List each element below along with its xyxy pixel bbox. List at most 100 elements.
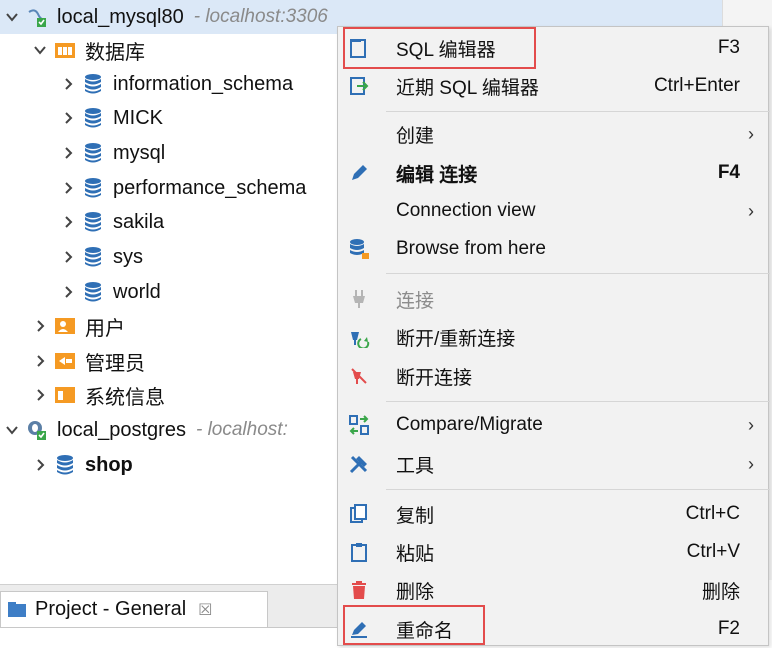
database-icon (82, 211, 104, 233)
chevron-down-icon[interactable] (4, 9, 20, 25)
chevron-right-icon[interactable] (60, 180, 76, 196)
database-label: world (113, 280, 161, 303)
menu-item-create[interactable]: 创建 › (338, 116, 768, 152)
users-folder-icon (54, 315, 76, 337)
chevron-right-icon[interactable] (32, 353, 48, 369)
chevron-down-icon[interactable] (4, 422, 20, 438)
database-label: sys (113, 245, 143, 268)
project-content (0, 627, 340, 648)
chevron-right-icon[interactable] (60, 110, 76, 126)
reconnect-icon (348, 326, 370, 348)
menu-label: Connection view (396, 200, 536, 221)
menu-item-recent-sql-editor[interactable]: 近期 SQL 编辑器 Ctrl+Enter (338, 68, 768, 104)
database-label: shop (85, 453, 133, 476)
chevron-right-icon[interactable] (60, 76, 76, 92)
project-tab-label: Project - General (35, 598, 187, 620)
menu-item-tools[interactable]: 工具 › (338, 446, 768, 482)
mysql-connection-icon (26, 6, 48, 28)
menu-label: Compare/Migrate (396, 414, 543, 435)
compare-icon (348, 414, 370, 436)
trash-icon (348, 579, 370, 601)
menu-label: 创建 (396, 125, 435, 147)
menu-label: Browse from here (396, 238, 546, 259)
menu-item-paste[interactable]: 粘贴 Ctrl+V (338, 534, 768, 570)
menu-shortcut: F2 (717, 618, 740, 639)
menu-shortcut: 删除 (701, 581, 740, 603)
highlight-box-sql-editor (343, 27, 536, 69)
database-label: MICK (113, 106, 163, 129)
database-icon (82, 281, 104, 303)
database-label: mysql (113, 141, 166, 164)
admins-folder-icon (54, 350, 76, 372)
highlight-box-rename (343, 605, 485, 645)
system-info-label: 系统信息 (85, 386, 165, 409)
menu-item-delete[interactable]: 删除 删除 (338, 572, 768, 608)
tab-project-general[interactable]: Project - General ☒ (0, 591, 268, 627)
menu-item-connection-view[interactable]: Connection view › (338, 193, 768, 229)
menu-label: 连接 (396, 290, 435, 312)
menu-item-disconnect[interactable]: 断开连接 (338, 358, 768, 394)
pencil-icon (348, 162, 370, 184)
close-icon[interactable]: ☒ (198, 600, 212, 620)
submenu-arrow-icon: › (748, 414, 754, 435)
chevron-down-icon[interactable] (32, 42, 48, 58)
menu-shortcut: F3 (717, 37, 740, 58)
connection-name: local_mysql80 (57, 5, 184, 28)
menu-item-copy[interactable]: 复制 Ctrl+C (338, 496, 768, 532)
context-menu: SQL 编辑器 F3 近期 SQL 编辑器 Ctrl+Enter 创建 › 编辑… (337, 26, 770, 646)
connection-name: local_postgres (57, 418, 186, 441)
menu-separator (386, 401, 770, 402)
menu-shortcut: Ctrl+Enter (653, 75, 740, 96)
users-label: 用户 (85, 317, 125, 340)
connection-host: - localhost: (195, 419, 288, 440)
postgres-connection-icon (26, 419, 48, 441)
menu-label: 粘贴 (396, 543, 435, 565)
submenu-arrow-icon: › (748, 453, 754, 474)
chevron-right-icon[interactable] (60, 249, 76, 265)
databases-folder-icon (54, 39, 76, 61)
project-folder-icon (7, 601, 27, 619)
menu-item-browse-from-here[interactable]: Browse from here (338, 231, 768, 267)
menu-separator (386, 273, 770, 274)
menu-label: 编辑 连接 (396, 164, 478, 186)
chevron-right-icon[interactable] (60, 284, 76, 300)
chevron-right-icon[interactable] (32, 387, 48, 403)
copy-icon (348, 503, 370, 525)
chevron-right-icon[interactable] (32, 457, 48, 473)
admins-label: 管理员 (85, 352, 145, 375)
database-icon (82, 73, 104, 95)
database-icon (54, 454, 76, 476)
menu-separator (386, 489, 770, 490)
recent-sql-editor-icon (348, 75, 370, 97)
database-icon (82, 177, 104, 199)
menu-label: 复制 (396, 505, 435, 527)
connection-host: - localhost:3306 (193, 6, 328, 27)
system-info-folder-icon (54, 384, 76, 406)
menu-item-compare-migrate[interactable]: Compare/Migrate › (338, 407, 768, 443)
menu-shortcut: Ctrl+C (685, 503, 740, 524)
menu-item-edit-connection[interactable]: 编辑 连接 F4 (338, 155, 768, 191)
submenu-arrow-icon: › (748, 200, 754, 221)
menu-label: 工具 (396, 455, 435, 477)
menu-separator (386, 111, 770, 112)
menu-shortcut: F4 (717, 162, 740, 183)
submenu-arrow-icon: › (748, 123, 754, 144)
menu-label: 近期 SQL 编辑器 (396, 77, 539, 99)
database-label: information_schema (113, 72, 294, 95)
menu-item-connect: 连接 (338, 281, 768, 317)
chevron-right-icon[interactable] (60, 214, 76, 230)
database-icon (82, 246, 104, 268)
database-icon (82, 107, 104, 129)
databases-label: 数据库 (85, 41, 145, 64)
chevron-right-icon[interactable] (60, 145, 76, 161)
browse-database-icon (348, 238, 370, 260)
menu-label: 删除 (396, 581, 435, 603)
paste-icon (348, 541, 370, 563)
chevron-right-icon[interactable] (32, 318, 48, 334)
database-label: sakila (113, 210, 165, 233)
project-panel: Project - General ☒ (0, 584, 340, 648)
database-label: performance_schema (113, 176, 307, 199)
database-icon (82, 142, 104, 164)
disconnect-icon (348, 365, 370, 387)
menu-item-reconnect[interactable]: 断开/重新连接 (338, 319, 768, 355)
